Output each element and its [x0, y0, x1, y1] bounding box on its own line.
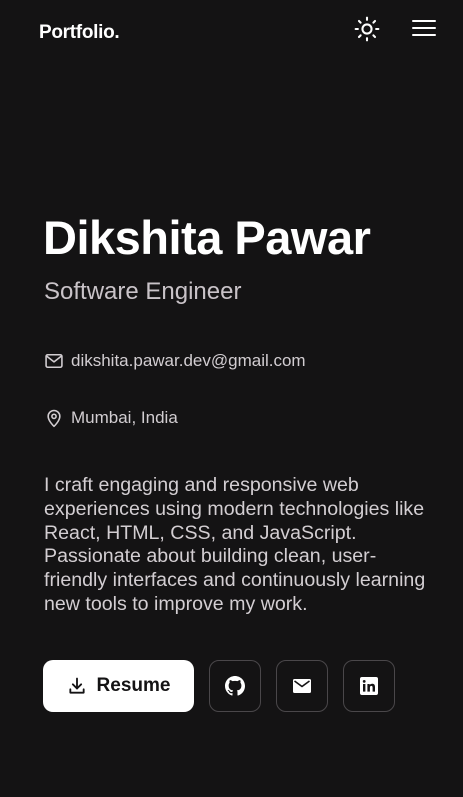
hero-bio: I craft engaging and responsive web expe… [44, 474, 426, 615]
contact-email[interactable]: dikshita.pawar.dev@gmail.com [44, 351, 306, 371]
resume-label: Resume [96, 675, 171, 696]
menu-button[interactable] [410, 16, 438, 40]
email-button[interactable] [276, 660, 328, 712]
contact-location: Mumbai, India [44, 408, 178, 428]
hero-name: Dikshita Pawar [43, 211, 371, 264]
linkedin-icon [360, 677, 378, 695]
github-button[interactable] [209, 660, 261, 712]
linkedin-button[interactable] [343, 660, 395, 712]
portfolio-page: Portfolio. Dikshita Pawar Software Engin… [0, 0, 463, 797]
logo[interactable]: Portfolio. [39, 22, 120, 44]
map-pin-icon [44, 408, 64, 428]
location-text: Mumbai, India [71, 408, 178, 427]
top-header: Portfolio. [0, 0, 463, 70]
email-text[interactable]: dikshita.pawar.dev@gmail.com [71, 351, 306, 371]
hero-role: Software Engineer [44, 278, 242, 305]
sun-icon [354, 16, 380, 42]
action-buttons: Resume [43, 660, 395, 712]
mail-icon [44, 351, 64, 371]
hamburger-menu-icon [412, 20, 436, 36]
download-icon [68, 677, 85, 694]
theme-toggle-button[interactable] [354, 16, 380, 42]
envelope-icon [293, 679, 311, 693]
github-icon [225, 676, 245, 696]
resume-button[interactable]: Resume [43, 660, 194, 712]
